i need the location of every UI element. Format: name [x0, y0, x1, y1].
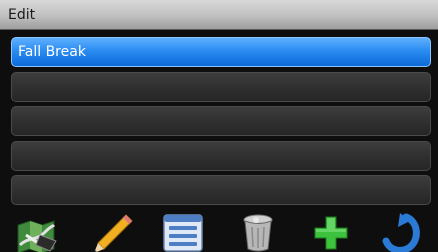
bottom-toolbar: [0, 207, 438, 252]
list-item[interactable]: Fall Break: [11, 37, 431, 67]
map-route-icon: [17, 220, 57, 252]
list-item[interactable]: [11, 175, 431, 205]
trip-list: Fall Break: [11, 37, 431, 210]
list-item-label: Fall Break: [18, 44, 86, 60]
list-item[interactable]: [11, 106, 431, 136]
trash-can-icon: [243, 214, 273, 252]
list-item[interactable]: [11, 71, 431, 102]
list-details-icon: [163, 214, 203, 252]
add-plus-icon: [314, 216, 348, 250]
screen-title: Edit: [8, 7, 36, 23]
back-arrow-icon: [382, 213, 420, 252]
map-button[interactable]: [14, 211, 58, 252]
edit-button[interactable]: [90, 211, 134, 252]
edit-screen: Edit Fall Break: [0, 0, 438, 252]
list-item[interactable]: [11, 140, 431, 171]
add-button[interactable]: [309, 211, 353, 252]
details-button[interactable]: [161, 211, 205, 252]
back-button[interactable]: [380, 211, 424, 252]
delete-button[interactable]: [236, 211, 280, 252]
pencil-icon: [94, 214, 133, 252]
title-bar: Edit: [0, 0, 438, 30]
